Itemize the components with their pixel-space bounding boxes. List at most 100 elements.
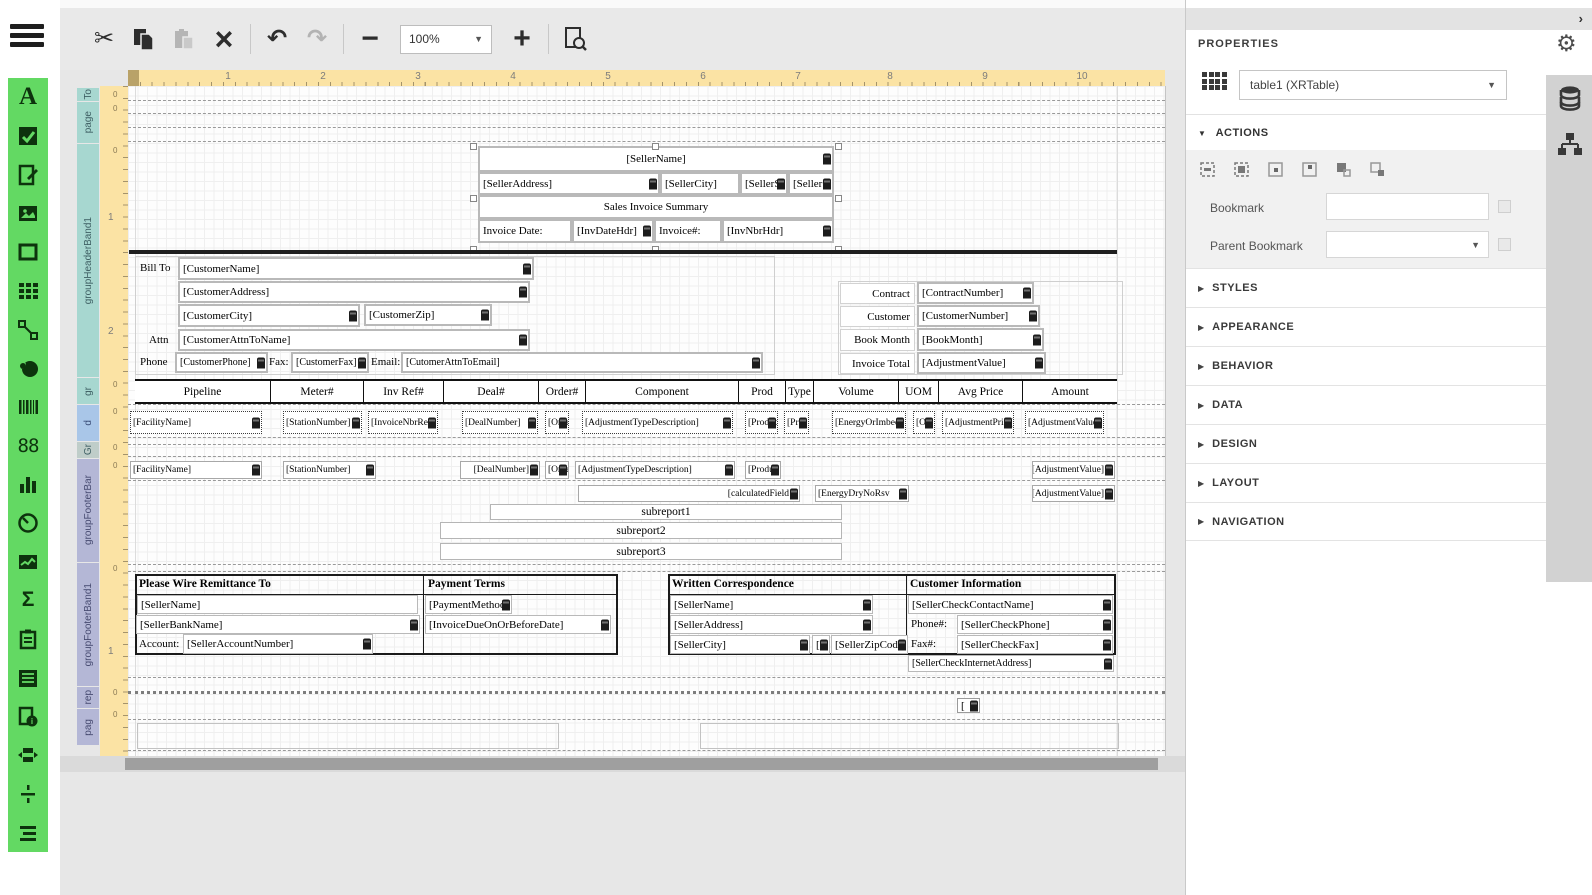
preview-icon[interactable]: [555, 19, 595, 59]
send-to-back-icon[interactable]: [1368, 160, 1386, 178]
cell-corr-zip[interactable]: [SellerZipCod: [831, 635, 908, 654]
cell-invoice-total[interactable]: [AdjustmentValue]: [917, 352, 1046, 374]
selection-handle[interactable]: [652, 143, 659, 150]
pivot-grid-tool-icon[interactable]: [8, 620, 48, 659]
actions-section-header[interactable]: ▼ ACTIONS: [1198, 127, 1269, 139]
section-layout[interactable]: ▶LAYOUT: [1186, 463, 1546, 502]
table-cell-seller-address[interactable]: [SellerAddress]: [478, 172, 660, 195]
energy-dry-cell[interactable]: [EnergyDryNoRsv: [815, 485, 909, 502]
page-break-tool-icon[interactable]: [8, 736, 48, 775]
detail-cell[interactable]: [FacilityName]: [130, 411, 262, 434]
section-design[interactable]: ▶DESIGN: [1186, 424, 1546, 463]
column-header[interactable]: Volume: [813, 381, 898, 402]
cell-contract-number[interactable]: [ContractNumber]: [917, 282, 1034, 304]
copy-icon[interactable]: [124, 19, 164, 59]
band-group-header-1[interactable]: groupHeaderBand1: [77, 144, 99, 377]
table-cell-invoice-nbr[interactable]: [InvNbrHdr]: [722, 219, 834, 243]
group-footer-cell[interactable]: [Produc: [745, 461, 781, 479]
cell-remit-seller-name[interactable]: [SellerName]: [137, 595, 418, 614]
detail-cell[interactable]: [StationNumber]: [283, 411, 362, 434]
bookmark-input[interactable]: [1326, 193, 1489, 220]
cell-corr-state[interactable]: [S: [812, 635, 830, 654]
cell-account-number[interactable]: [SellerAccountNumber]: [183, 634, 373, 654]
cell-due-date[interactable]: [InvoiceDueOnOrBeforeDate]: [425, 615, 611, 634]
cell-customer-phone[interactable]: [CustomerPhone]: [175, 352, 268, 373]
paste-icon[interactable]: [164, 19, 204, 59]
cell-check-contact[interactable]: [SellerCheckContactName]: [908, 595, 1113, 614]
detail-cell[interactable]: [Produc: [745, 411, 778, 434]
cut-icon[interactable]: ✂: [84, 19, 124, 59]
detail-cell[interactable]: [Pro: [784, 411, 809, 434]
label-tool-icon[interactable]: A: [8, 78, 48, 117]
cross-band-box-tool-icon[interactable]: [8, 813, 48, 852]
tick-marks-tool-icon[interactable]: [8, 775, 48, 814]
group-footer-cell[interactable]: [DealNumber]: [460, 461, 540, 479]
band-group-header-2[interactable]: gr: [77, 378, 99, 404]
cell-payment-method[interactable]: [PaymentMethod]: [425, 595, 512, 614]
richtext-tool-icon[interactable]: [8, 155, 48, 194]
horizontal-scrollbar-thumb[interactable]: [125, 758, 1158, 770]
column-header[interactable]: Avg Price: [938, 381, 1022, 402]
cell-customer-address[interactable]: [CustomerAddress]: [178, 281, 530, 303]
double-rule-line[interactable]: [129, 250, 1117, 254]
cell-customer-label[interactable]: Customer: [840, 306, 915, 327]
cell-check-internet[interactable]: [SellerCheckInternetAddress]: [908, 655, 1114, 672]
zoom-out-icon[interactable]: −: [350, 19, 390, 59]
cell-book-month-label[interactable]: Book Month: [840, 329, 915, 351]
detail-cell[interactable]: [EnergyOrImbed]: [832, 411, 906, 434]
subreport1[interactable]: subreport1: [490, 504, 842, 520]
cell-check-phone[interactable]: [SellerCheckPhone]: [957, 615, 1113, 634]
delete-icon[interactable]: ×: [204, 19, 244, 59]
gear-icon[interactable]: ⚙: [1556, 30, 1577, 57]
column-header[interactable]: Inv Ref#: [363, 381, 443, 402]
selection-handle[interactable]: [470, 195, 477, 202]
table-cell-invoice-date[interactable]: [InvDateHdr]: [572, 219, 654, 243]
selection-handle[interactable]: [835, 143, 842, 150]
line-tool-icon[interactable]: [8, 310, 48, 349]
cell-customer-attn[interactable]: [CustomerAttnToName]: [178, 329, 530, 351]
detail-cell[interactable]: [Or: [913, 411, 935, 434]
page-info-tool-icon[interactable]: i: [8, 697, 48, 736]
menu-icon[interactable]: [10, 24, 44, 52]
fit-bounds-to-container-icon[interactable]: [1198, 160, 1216, 178]
detail-header-row[interactable]: Pipeline Meter# Inv Ref# Deal# Order# Co…: [135, 379, 1117, 404]
report-explorer-tab-tree-icon[interactable]: [1546, 121, 1592, 167]
cell-customer-number[interactable]: [CustomerNumber]: [917, 305, 1040, 327]
table-cell-seller-state[interactable]: [SellerSt: [740, 172, 788, 195]
band-group-footer-bar[interactable]: groupFooterBar: [77, 459, 99, 562]
shape-tool-icon[interactable]: [8, 349, 48, 388]
band-report-footer[interactable]: rep: [77, 687, 99, 708]
table-tool-icon[interactable]: [8, 272, 48, 311]
band-page-header[interactable]: page: [77, 102, 99, 143]
character-comb-tool-icon[interactable]: 88: [8, 426, 48, 465]
page-footer-box-left[interactable]: [137, 723, 559, 749]
redo-icon[interactable]: ↷: [297, 19, 337, 59]
sparkline-tool-icon[interactable]: [8, 542, 48, 581]
undo-icon[interactable]: ↶: [257, 19, 297, 59]
zoom-level-dropdown[interactable]: 100% ▼: [400, 25, 492, 54]
column-header[interactable]: Pipeline: [135, 381, 270, 402]
table-cell-invoice-date-label[interactable]: Invoice Date:: [478, 219, 572, 243]
adjustment-value-cell[interactable]: [AdjustmentValue]: [1032, 485, 1115, 502]
field-list-tab-database-icon[interactable]: [1546, 75, 1592, 121]
parent-bookmark-dropdown[interactable]: ▼: [1326, 231, 1489, 258]
section-data[interactable]: ▶DATA: [1186, 385, 1546, 424]
cell-corr-address[interactable]: [SellerAddress]: [670, 615, 873, 634]
column-header[interactable]: Deal#: [443, 381, 538, 402]
page-footer-box-right[interactable]: [700, 723, 1119, 749]
checkbox-tool-icon[interactable]: [8, 117, 48, 156]
detail-cell[interactable]: [InvoiceNbrRev: [368, 411, 438, 434]
detail-cell[interactable]: [Orde: [545, 411, 569, 434]
page-info-field[interactable]: [: [957, 698, 980, 713]
band-top-margin[interactable]: To: [77, 88, 99, 101]
center-vertically-icon[interactable]: [1300, 160, 1318, 178]
barcode-tool-icon[interactable]: [8, 388, 48, 427]
cell-customer-zip[interactable]: [CustomerZip]: [364, 304, 492, 326]
center-horizontally-icon[interactable]: [1266, 160, 1284, 178]
section-navigation[interactable]: ▶NAVIGATION: [1186, 502, 1546, 541]
column-header[interactable]: Order#: [538, 381, 585, 402]
detail-cell[interactable]: [AdjustmentTypeDescription]: [582, 411, 733, 434]
subreport2[interactable]: subreport2: [440, 522, 842, 539]
bring-to-front-icon[interactable]: [1334, 160, 1352, 178]
picture-tool-icon[interactable]: [8, 194, 48, 233]
